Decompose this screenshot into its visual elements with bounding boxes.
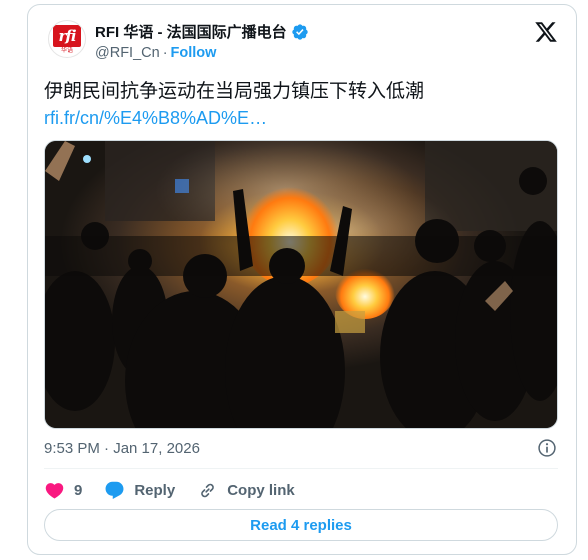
copy-link-button[interactable]: Copy link — [197, 480, 295, 501]
rfi-logo: rfi — [53, 24, 81, 47]
read-replies-button[interactable]: Read 4 replies — [44, 509, 558, 541]
avatar[interactable]: rfi 华语 — [48, 20, 86, 58]
rfi-logo-sub: 华语 — [60, 47, 73, 54]
author-display-name[interactable]: RFI 华语 - 法国国际广播电台 — [95, 21, 287, 42]
like-button[interactable]: 9 — [44, 480, 82, 501]
author-handle-row: @RFI_Cn · Follow — [95, 45, 216, 61]
author-handle[interactable]: @RFI_Cn — [95, 45, 160, 61]
author-name-row: RFI 华语 - 法国国际广播电台 — [95, 21, 309, 42]
copy-link-label: Copy link — [227, 481, 295, 499]
reply-button[interactable]: Reply — [104, 480, 175, 501]
heart-icon — [45, 482, 64, 499]
link-icon — [201, 483, 215, 497]
reply-label: Reply — [134, 481, 176, 499]
x-logo-icon[interactable] — [534, 20, 558, 44]
protest-photo-image — [45, 141, 557, 428]
tweet-text: 伊朗民间抗争运动在当局强力镇压下转入低潮 — [44, 81, 425, 102]
tweet-timestamp[interactable]: 9:53 PM · Jan 17, 2026 — [44, 440, 200, 457]
follow-button[interactable]: Follow — [171, 45, 217, 61]
tweet-photo[interactable] — [44, 140, 558, 429]
separator-dot: · — [162, 45, 168, 61]
tweet-link[interactable]: rfi.fr/cn/%E4%B8%AD%E… — [44, 106, 267, 130]
likes-count: 9 — [74, 481, 83, 499]
action-bar: 9 Reply Copy link — [44, 479, 317, 501]
verified-badge-icon — [291, 23, 308, 40]
chat-bubble-icon — [105, 481, 124, 499]
divider — [44, 468, 558, 469]
info-icon[interactable] — [537, 438, 557, 458]
